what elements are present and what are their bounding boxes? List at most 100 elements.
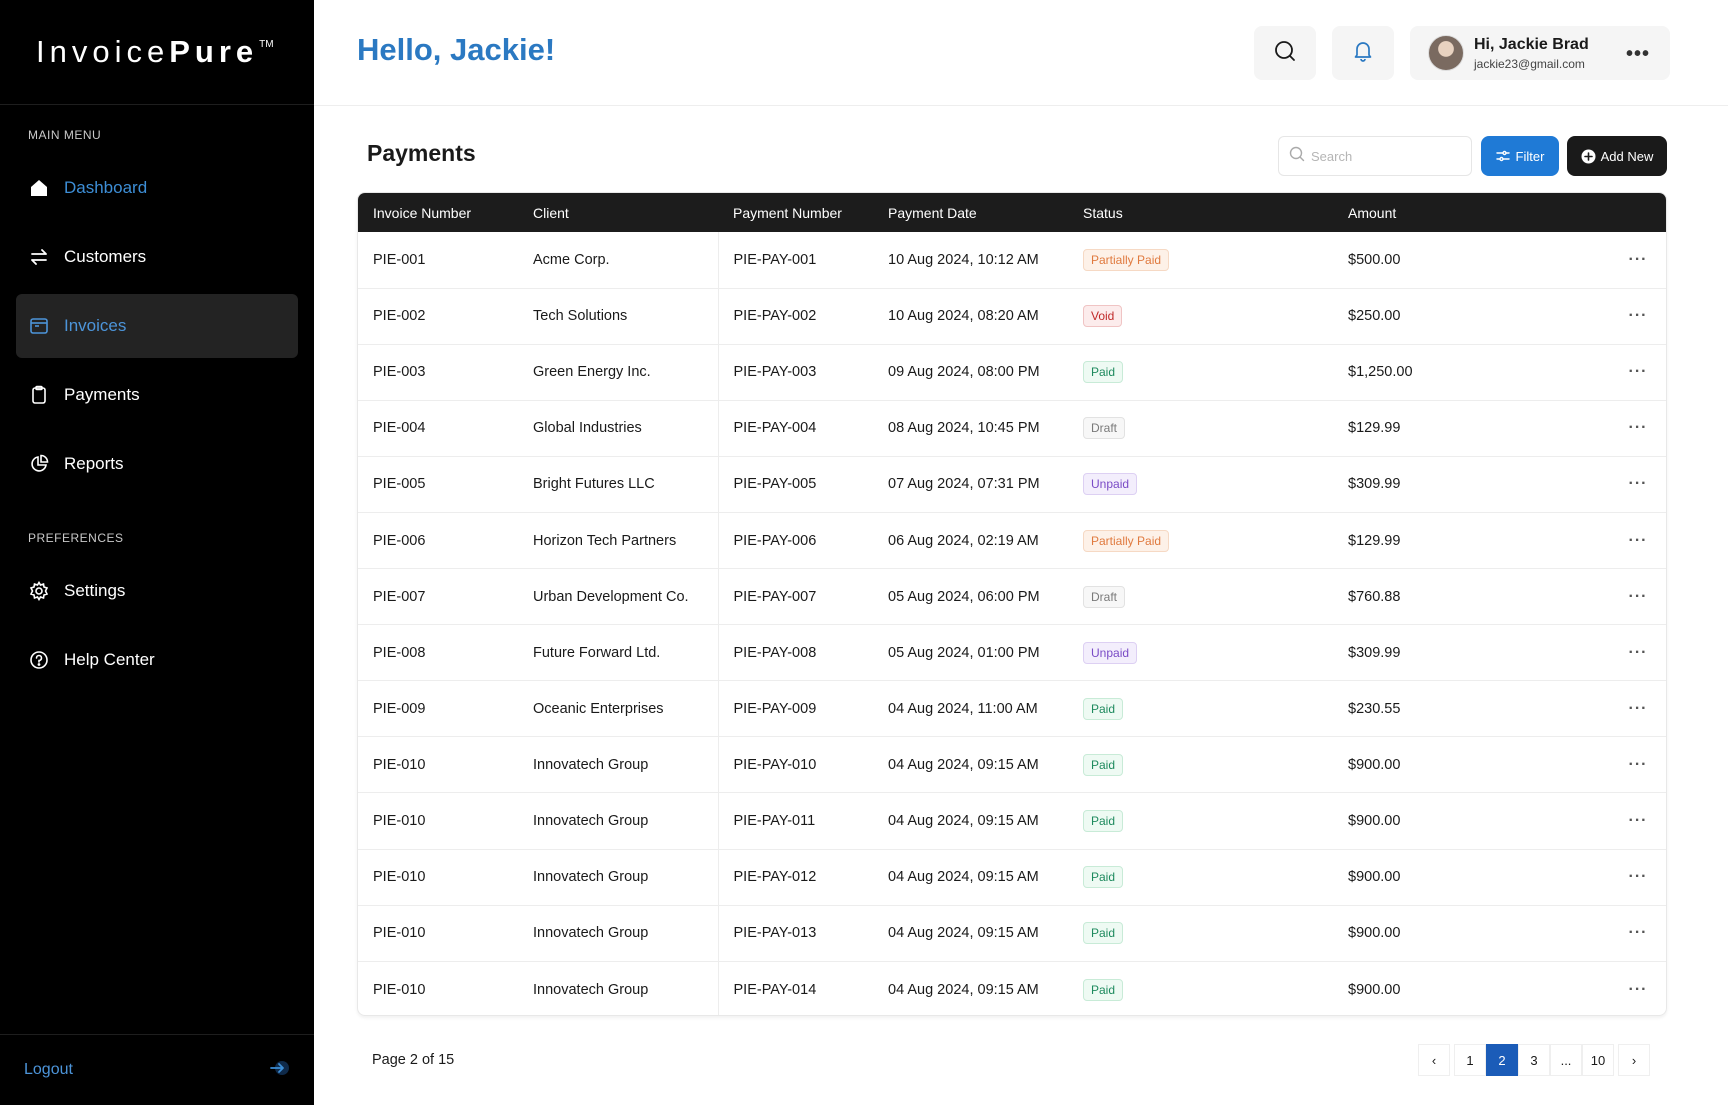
sidebar-item-dashboard[interactable]: Dashboard bbox=[16, 156, 298, 220]
payment-date-cell: 04 Aug 2024, 09:15 AM bbox=[888, 869, 1039, 886]
sidebar-item-label: Settings bbox=[64, 581, 126, 600]
row-more-icon[interactable]: ··· bbox=[1608, 232, 1666, 288]
table-row[interactable]: PIE-008 Future Forward Ltd. PIE-PAY-008 05 … bbox=[358, 624, 1666, 681]
row-more-icon[interactable]: ··· bbox=[1608, 288, 1666, 344]
sidebar-item-payments[interactable]: Payments bbox=[16, 363, 298, 427]
payment-number-cell: PIE-PAY-004 bbox=[733, 420, 817, 437]
table-row[interactable]: PIE-007 Urban Development Co. PIE-PAY-007 0… bbox=[358, 568, 1666, 625]
sidebar-item-reports[interactable]: Reports bbox=[16, 432, 298, 496]
clipboard-icon bbox=[28, 384, 50, 406]
payment-date-cell: 05 Aug 2024, 01:00 PM bbox=[888, 644, 1040, 661]
sidebar-item-help-center[interactable]: Help Center bbox=[16, 628, 298, 692]
brand-logo[interactable]: Invoice Pure TM bbox=[0, 0, 314, 105]
sidebar-item-settings[interactable]: Settings bbox=[16, 559, 298, 623]
sidebar-item-label: Customers bbox=[64, 247, 147, 266]
invoice-number-cell: PIE-010 bbox=[373, 756, 426, 773]
gear-icon bbox=[28, 580, 50, 602]
table-row[interactable]: PIE-010 Innovatech Group PIE-PAY-014 04 Aug… bbox=[358, 961, 1666, 1015]
table-row[interactable]: PIE-010 Innovatech Group PIE-PAY-012 04 Aug… bbox=[358, 849, 1666, 906]
table-search[interactable] bbox=[1278, 136, 1472, 176]
logout-button[interactable]: Logout bbox=[0, 1034, 314, 1105]
pagination: ‹ 1 2 3 ... 10 › bbox=[1418, 1044, 1650, 1076]
page-button-current[interactable]: 2 bbox=[1486, 1044, 1518, 1076]
pagination-info: Page 2 of 15 bbox=[372, 1052, 455, 1068]
row-more-icon[interactable]: ··· bbox=[1608, 905, 1666, 961]
page-button[interactable]: 1 bbox=[1454, 1044, 1486, 1076]
status-badge: Void bbox=[1083, 305, 1123, 328]
client-cell: Future Forward Ltd. bbox=[518, 624, 719, 681]
row-more-icon[interactable]: ··· bbox=[1608, 569, 1666, 625]
sidebar-item-customers[interactable]: Customers bbox=[16, 225, 298, 289]
table-row[interactable]: PIE-004 Global Industries PIE-PAY-004 08 Au… bbox=[358, 400, 1666, 457]
search-button[interactable] bbox=[1254, 26, 1316, 80]
status-cell: Paid bbox=[1068, 737, 1333, 793]
row-more-icon[interactable]: ··· bbox=[1608, 400, 1666, 456]
row-more-icon[interactable]: ··· bbox=[1608, 456, 1666, 512]
column-header[interactable]: Payment Number bbox=[718, 193, 873, 232]
page-button[interactable]: 10 bbox=[1582, 1044, 1614, 1076]
column-header[interactable]: Status bbox=[1068, 193, 1333, 232]
payment-number-cell: PIE-PAY-013 bbox=[733, 925, 817, 942]
profile-card[interactable]: Hi, Jackie Brad jackie23@gmail.com ••• bbox=[1410, 26, 1670, 80]
status-badge: Paid bbox=[1083, 809, 1124, 832]
table-row[interactable]: PIE-010 Innovatech Group PIE-PAY-010 04 Aug… bbox=[358, 736, 1666, 793]
column-header[interactable]: Invoice Number bbox=[358, 193, 518, 232]
search-input[interactable] bbox=[1311, 148, 1461, 164]
client-cell: Tech Solutions bbox=[518, 288, 719, 345]
table-row[interactable]: PIE-006 Horizon Tech Partners PIE-PAY-006 0… bbox=[358, 512, 1666, 569]
amount-cell: $900.00 bbox=[1348, 812, 1401, 829]
payment-date-cell: 10 Aug 2024, 10:12 AM bbox=[888, 251, 1039, 268]
status-cell: Void bbox=[1068, 288, 1333, 344]
avatar bbox=[1428, 35, 1464, 71]
table-row[interactable]: PIE-009 Oceanic Enterprises PIE-PAY-009 04 … bbox=[358, 680, 1666, 737]
status-badge: Unpaid bbox=[1083, 473, 1138, 496]
amount-cell: $129.99 bbox=[1348, 532, 1401, 549]
more-icon[interactable]: ••• bbox=[1626, 43, 1650, 66]
greeting: Hello, Jackie! bbox=[357, 32, 556, 67]
row-more-icon[interactable]: ··· bbox=[1608, 625, 1666, 681]
invoice-number-cell: PIE-004 bbox=[373, 420, 426, 437]
row-more-icon[interactable]: ··· bbox=[1608, 737, 1666, 793]
row-more-icon[interactable]: ··· bbox=[1608, 793, 1666, 849]
payment-number-cell: PIE-PAY-010 bbox=[733, 756, 817, 773]
sidebar-item-invoices[interactable]: Invoices bbox=[16, 294, 298, 358]
search-icon bbox=[1289, 146, 1305, 167]
invoice-number-cell: PIE-003 bbox=[373, 364, 426, 381]
amount-cell: $1,250.00 bbox=[1348, 364, 1413, 381]
table-row[interactable]: PIE-010 Innovatech Group PIE-PAY-011 04 Aug… bbox=[358, 792, 1666, 850]
column-header[interactable]: Amount bbox=[1333, 193, 1608, 232]
next-page-button[interactable]: › bbox=[1618, 1044, 1650, 1076]
filter-icon bbox=[1495, 149, 1510, 163]
notifications-button[interactable] bbox=[1332, 26, 1394, 80]
invoice-number-cell: PIE-007 bbox=[373, 588, 426, 605]
column-header[interactable]: Client bbox=[518, 193, 718, 232]
payment-number-cell: PIE-PAY-002 bbox=[733, 308, 817, 325]
add-new-button[interactable]: Add New bbox=[1567, 136, 1667, 176]
brand-light: Invoice bbox=[36, 34, 170, 69]
filter-button[interactable]: Filter bbox=[1481, 136, 1559, 176]
table-row[interactable]: PIE-003 Green Energy Inc. PIE-PAY-003 09 Au… bbox=[358, 344, 1666, 401]
prev-page-button[interactable]: ‹ bbox=[1418, 1044, 1450, 1076]
home-icon bbox=[28, 177, 50, 199]
top-header: Hello, Jackie! Hi, Jackie Brad jackie23@… bbox=[314, 0, 1728, 106]
search-icon bbox=[1273, 39, 1297, 68]
row-more-icon[interactable]: ··· bbox=[1608, 849, 1666, 905]
table-row[interactable]: PIE-010 Innovatech Group PIE-PAY-013 04 Aug… bbox=[358, 905, 1666, 962]
row-more-icon[interactable]: ··· bbox=[1608, 344, 1666, 400]
bell-icon bbox=[1352, 40, 1374, 67]
page-button[interactable]: 3 bbox=[1518, 1044, 1550, 1076]
sidebar-item-label: Reports bbox=[64, 454, 124, 473]
invoice-number-cell: PIE-001 bbox=[373, 251, 426, 268]
row-more-icon[interactable]: ··· bbox=[1608, 961, 1666, 1015]
invoice-number-cell: PIE-008 bbox=[373, 644, 426, 661]
payment-date-cell: 04 Aug 2024, 09:15 AM bbox=[888, 756, 1039, 773]
row-more-icon[interactable]: ··· bbox=[1608, 681, 1666, 737]
logout-label: Logout bbox=[24, 1061, 73, 1078]
table-row[interactable]: PIE-001 Acme Corp. PIE-PAY-001 10 Aug 2024,… bbox=[358, 232, 1666, 289]
column-header[interactable]: Payment Date bbox=[873, 193, 1068, 232]
row-more-icon[interactable]: ··· bbox=[1608, 512, 1666, 568]
status-cell: Paid bbox=[1068, 961, 1333, 1015]
status-badge: Paid bbox=[1083, 978, 1124, 1001]
table-row[interactable]: PIE-005 Bright Futures LLC PIE-PAY-005 07 A… bbox=[358, 456, 1666, 513]
table-row[interactable]: PIE-002 Tech Solutions PIE-PAY-002 10 Aug 2… bbox=[358, 288, 1666, 345]
